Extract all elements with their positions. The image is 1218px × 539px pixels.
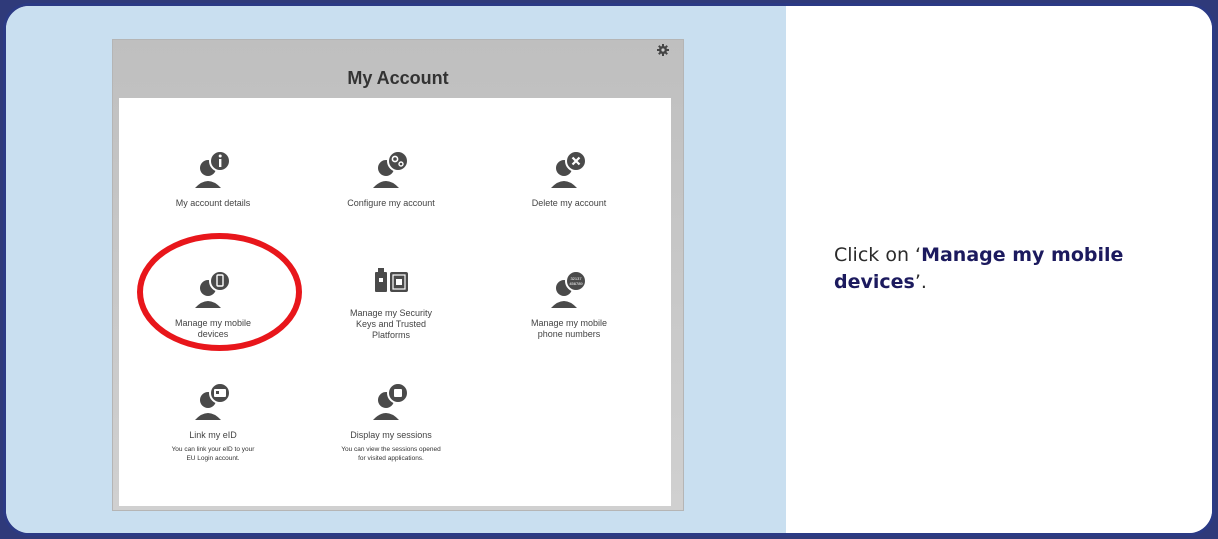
my-account-screenshot: My Account My account details Configure … bbox=[112, 39, 684, 511]
tile-label: Configure my account bbox=[347, 198, 435, 208]
user-phone-numbers-icon: 32137 456789 bbox=[551, 270, 587, 308]
screenshot-panel: My Account My account details Configure … bbox=[6, 6, 786, 533]
tile-manage-mobile-phone-numbers[interactable]: 32137 456789 Manage my mobile phone numb… bbox=[479, 268, 659, 340]
highlight-circle bbox=[137, 233, 302, 351]
tile-configure-my-account[interactable]: Configure my account bbox=[301, 148, 481, 209]
svg-text:456789: 456789 bbox=[569, 281, 583, 286]
tile-label: Manage my Security Keys and Trusted Plat… bbox=[349, 308, 433, 340]
tile-description: You can link your eID to your EU Login a… bbox=[171, 446, 255, 462]
slide-frame: My Account My account details Configure … bbox=[3, 3, 1215, 536]
security-key-icon bbox=[375, 268, 408, 292]
tile-label: Display my sessions bbox=[350, 430, 432, 440]
tile-manage-security-keys[interactable]: Manage my Security Keys and Trusted Plat… bbox=[301, 258, 481, 341]
tile-my-account-details[interactable]: My account details bbox=[123, 148, 303, 209]
gear-icon[interactable] bbox=[657, 44, 669, 56]
tile-link-my-eid[interactable]: Link my eID You can link your eID to you… bbox=[123, 380, 303, 463]
instruction-suffix: ’. bbox=[914, 271, 927, 293]
instruction-prefix: Click on ‘ bbox=[834, 244, 922, 266]
instruction-panel: Click on ‘Manage my mobile devices’. bbox=[786, 6, 1212, 533]
user-delete-icon bbox=[551, 150, 587, 188]
user-eid-card-icon bbox=[195, 382, 231, 420]
instruction-text: Click on ‘Manage my mobile devices’. bbox=[834, 242, 1174, 296]
account-options-grid: My account details Configure my account bbox=[119, 98, 671, 506]
user-sessions-icon bbox=[373, 382, 409, 420]
user-gears-icon bbox=[373, 150, 409, 188]
tile-label: Delete my account bbox=[531, 198, 607, 208]
tile-label: My account details bbox=[175, 198, 251, 208]
tile-label: Link my eID bbox=[189, 430, 237, 440]
user-info-icon bbox=[195, 150, 231, 188]
page-title: My Account bbox=[347, 68, 449, 88]
tile-display-my-sessions[interactable]: Display my sessions You can view the ses… bbox=[301, 380, 481, 463]
tile-delete-my-account[interactable]: Delete my account bbox=[479, 148, 659, 209]
tile-description: You can view the sessions opened for vis… bbox=[341, 446, 441, 462]
tile-label: Manage my mobile phone numbers bbox=[530, 318, 608, 339]
